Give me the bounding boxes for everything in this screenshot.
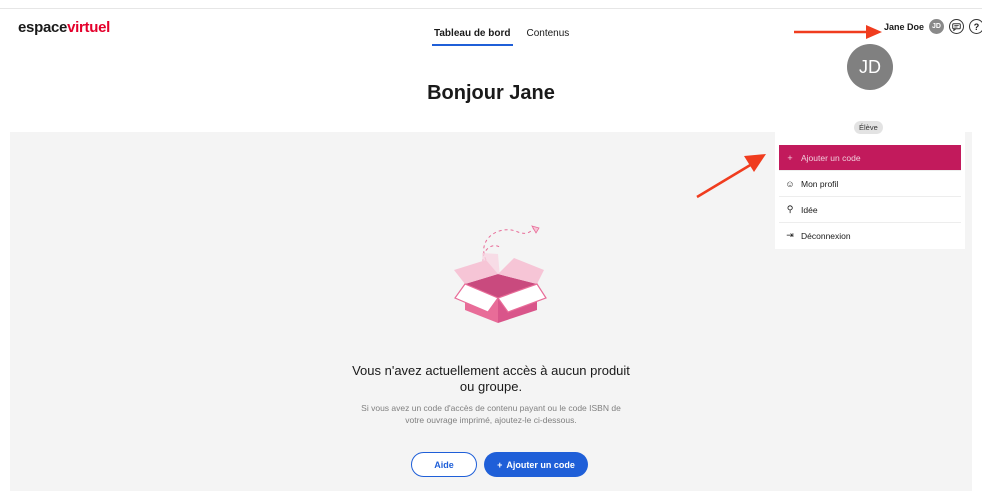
user-menu: + Ajouter un code ☺ Mon profil ⚲ Idée ⇥ … — [779, 145, 961, 248]
help-button[interactable]: Aide — [411, 452, 477, 477]
profile-icon: ☺ — [785, 178, 795, 189]
tab-contenus[interactable]: Contenus — [525, 28, 572, 46]
menu-item-label: Déconnexion — [801, 230, 851, 241]
role-badge: Élève — [854, 121, 883, 134]
user-area: Jane Doe JD ? — [884, 19, 982, 34]
empty-state-description: Si vous avez un code d'accès de contenu … — [0, 402, 982, 426]
menu-item-label: Ajouter un code — [801, 152, 861, 163]
user-avatar-icon[interactable]: JD — [929, 19, 944, 34]
annotation-arrow-top — [794, 25, 882, 39]
menu-item-logout[interactable]: ⇥ Déconnexion — [779, 223, 961, 248]
empty-state-title-line-2: ou groupe. — [459, 379, 523, 394]
empty-state-title-line-1: Vous n'avez actuellement accès à aucun p… — [352, 363, 630, 378]
empty-state-desc-line-1: Si vous avez un code d'accès de contenu … — [361, 403, 621, 413]
user-name[interactable]: Jane Doe — [884, 22, 924, 32]
empty-box-illustration — [454, 225, 547, 323]
help-icon[interactable]: ? — [969, 19, 982, 34]
add-code-label: Ajouter un code — [506, 459, 575, 470]
user-avatar-large: JD — [847, 44, 893, 90]
plus-icon: + — [787, 152, 793, 163]
chat-icon[interactable] — [949, 19, 964, 34]
empty-state-title: Vous n'avez actuellement accès à aucun p… — [0, 363, 982, 395]
logout-icon: ⇥ — [786, 230, 794, 240]
menu-item-add-code[interactable]: + Ajouter un code — [779, 145, 961, 171]
top-divider — [0, 8, 982, 9]
location-pin-icon: ⚲ — [786, 204, 794, 214]
logo-part-2: virtuel — [67, 19, 110, 36]
main-nav: Tableau de bord Contenus — [432, 28, 571, 46]
menu-item-label: Idée — [801, 204, 818, 215]
add-code-button[interactable]: + Ajouter un code — [484, 452, 588, 477]
menu-item-profile[interactable]: ☺ Mon profil — [779, 171, 961, 197]
logo[interactable]: espacevirtuel — [18, 19, 110, 36]
plus-icon: + — [497, 459, 503, 470]
empty-state-desc-line-2: votre ouvrage imprimé, ajoutez-le ci-des… — [405, 415, 577, 425]
annotation-arrow-menu — [696, 154, 766, 199]
tab-tableau-de-bord[interactable]: Tableau de bord — [432, 28, 513, 46]
menu-item-label: Mon profil — [801, 178, 839, 189]
logo-part-1: espace — [18, 19, 68, 36]
menu-item-idea[interactable]: ⚲ Idée — [779, 197, 961, 223]
